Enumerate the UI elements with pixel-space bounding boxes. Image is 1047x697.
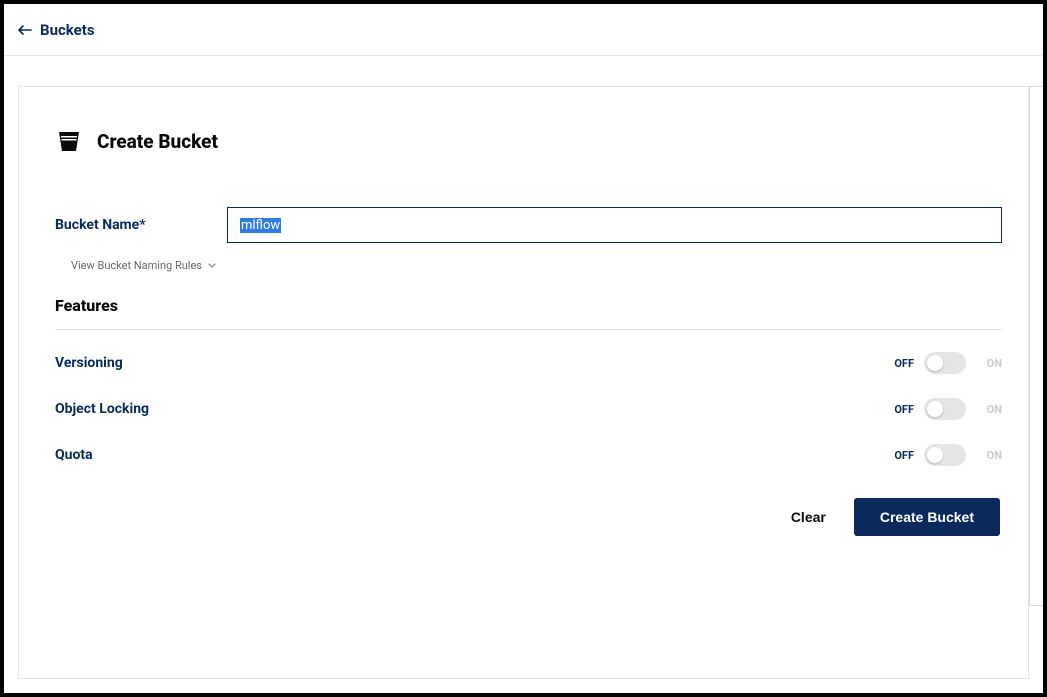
bucket-name-input[interactable]: mlflow	[227, 207, 1002, 243]
toggle-on-label: ON	[976, 403, 1002, 416]
toggle-on-label: ON	[976, 357, 1002, 370]
toggle-off-label: OFF	[888, 403, 914, 416]
page-title: Create Bucket	[97, 130, 218, 153]
feature-quota-label: Quota	[55, 447, 93, 463]
features-section-title: Features	[55, 296, 1002, 330]
object-locking-toggle[interactable]	[924, 398, 966, 420]
versioning-toggle[interactable]	[924, 352, 966, 374]
feature-versioning-label: Versioning	[55, 355, 123, 371]
back-to-buckets-link[interactable]: Buckets	[18, 21, 95, 39]
breadcrumb-label: Buckets	[40, 21, 95, 39]
chevron-down-icon	[208, 259, 216, 272]
bucket-name-value: mlflow	[240, 218, 281, 233]
view-naming-rules-link[interactable]: View Bucket Naming Rules	[71, 259, 1002, 272]
toggle-knob	[927, 447, 943, 463]
side-panel-edge	[1029, 86, 1043, 606]
quota-toggle[interactable]	[924, 444, 966, 466]
create-bucket-button[interactable]: Create Bucket	[854, 498, 1000, 536]
toggle-off-label: OFF	[888, 449, 914, 462]
naming-rules-label: View Bucket Naming Rules	[71, 259, 202, 272]
clear-button[interactable]: Clear	[791, 509, 826, 525]
bucket-name-label: Bucket Name*	[55, 217, 227, 233]
toggle-knob	[927, 401, 943, 417]
bucket-icon	[55, 127, 83, 155]
create-bucket-panel: Create Bucket Bucket Name* mlflow View B…	[18, 86, 1029, 679]
arrow-left-icon	[18, 25, 32, 35]
toggle-knob	[927, 355, 943, 371]
toggle-on-label: ON	[976, 449, 1002, 462]
toggle-off-label: OFF	[888, 357, 914, 370]
feature-object-locking-label: Object Locking	[55, 401, 149, 417]
breadcrumb-bar: Buckets	[4, 4, 1043, 56]
